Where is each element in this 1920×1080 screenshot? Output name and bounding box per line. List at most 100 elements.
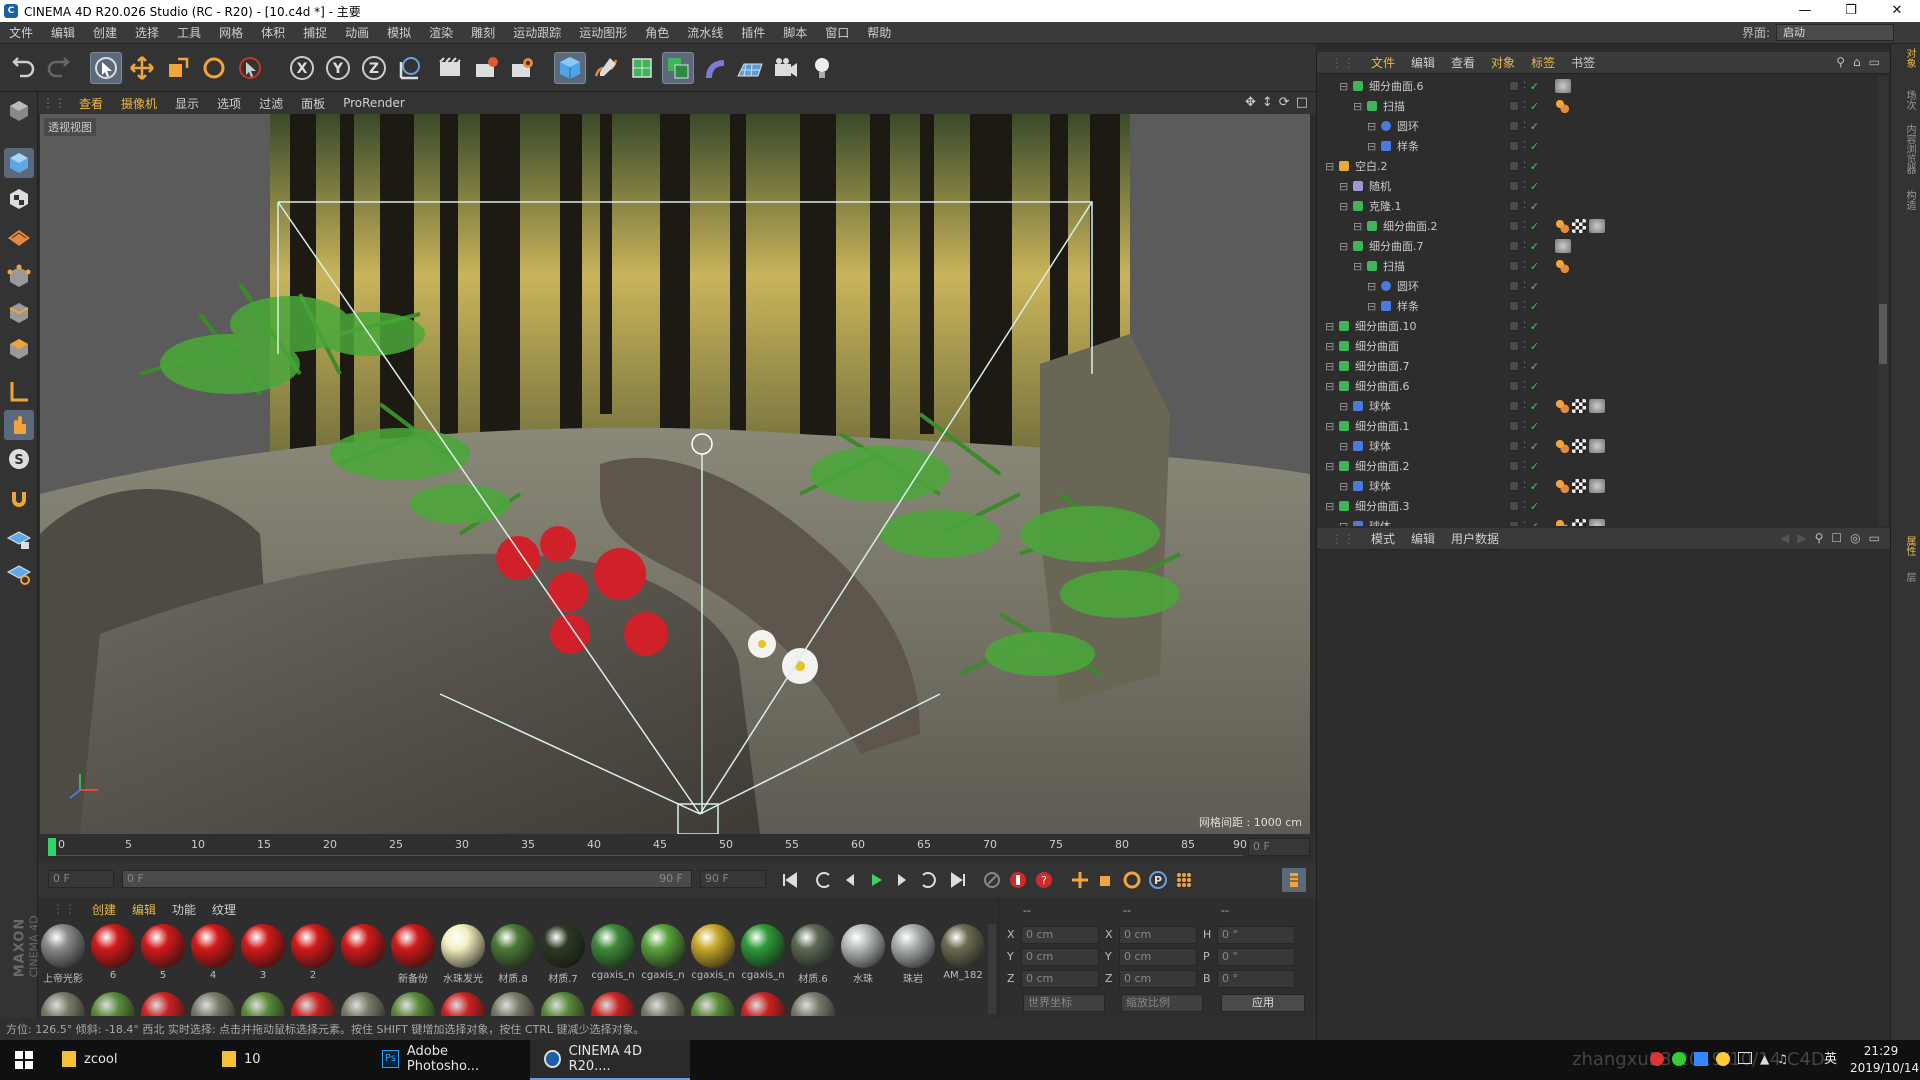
object-row[interactable]: ⊟ 细分曲面.6 ⁚ ✓ <box>1317 76 1877 96</box>
menu-render[interactable]: 渲染 <box>420 24 462 41</box>
menu-script[interactable]: 脚本 <box>774 24 816 41</box>
pan-icon[interactable]: ✥ <box>1245 95 1256 110</box>
texture-mode-icon[interactable] <box>4 184 34 214</box>
expand-toggle-icon[interactable]: ⊟ <box>1339 520 1348 527</box>
object-name[interactable]: 细分曲面.6 <box>1355 378 1410 394</box>
home-icon[interactable]: ⌂ <box>1853 55 1861 69</box>
coord-value-field[interactable]: 0 ° <box>1217 970 1295 988</box>
tag-checker-icon[interactable] <box>1572 519 1586 526</box>
forward-arrow-icon[interactable]: ▶ <box>1797 531 1806 545</box>
tab-objects[interactable]: 对象 <box>1897 48 1915 68</box>
object-scrollbar[interactable] <box>1878 76 1888 526</box>
material-scrollbar[interactable] <box>988 924 996 1014</box>
next-key-icon[interactable] <box>916 868 940 892</box>
viewport-menu-options[interactable]: 选项 <box>208 95 250 112</box>
layer-checkbox[interactable] <box>1509 241 1519 251</box>
object-name[interactable]: 细分曲面.2 <box>1355 458 1410 474</box>
visibility-dots-icon[interactable]: ⁚ <box>1523 421 1526 431</box>
object-menu-tags[interactable]: 标签 <box>1523 54 1563 71</box>
material-swatch[interactable] <box>540 992 586 1016</box>
target-icon[interactable]: ◎ <box>1850 531 1860 545</box>
material-swatch[interactable] <box>490 992 536 1016</box>
menu-character[interactable]: 角色 <box>636 24 678 41</box>
restore-button[interactable]: ❐ <box>1828 0 1874 22</box>
enabled-check-icon[interactable]: ✓ <box>1530 100 1539 113</box>
zoom-icon[interactable]: ↕ <box>1262 95 1273 110</box>
material-swatch[interactable] <box>390 992 436 1016</box>
visibility-dots-icon[interactable]: ⁚ <box>1523 441 1526 451</box>
expand-toggle-icon[interactable]: ⊟ <box>1339 80 1348 93</box>
expand-toggle-icon[interactable]: ⊟ <box>1325 500 1334 513</box>
viewport-menu-display[interactable]: 显示 <box>166 95 208 112</box>
planar-workplane-icon[interactable] <box>4 558 34 588</box>
menu-sculpt[interactable]: 雕刻 <box>462 24 504 41</box>
magnet-icon[interactable] <box>4 484 34 514</box>
array-cloner-icon[interactable] <box>662 52 694 84</box>
object-name[interactable]: 样条 <box>1397 138 1419 154</box>
enabled-check-icon[interactable]: ✓ <box>1530 120 1539 133</box>
layer-checkbox[interactable] <box>1509 81 1519 91</box>
object-row[interactable]: ⊟ 细分曲面.7 ⁚ ✓ <box>1317 356 1877 376</box>
new-view-icon[interactable]: ▭ <box>1869 55 1880 69</box>
layer-checkbox[interactable] <box>1509 201 1519 211</box>
coordinate-system-icon[interactable] <box>394 52 426 84</box>
key-rotation-icon[interactable] <box>1120 868 1144 892</box>
enabled-check-icon[interactable]: ✓ <box>1530 260 1539 273</box>
layer-checkbox[interactable] <box>1509 521 1519 526</box>
camera-icon[interactable] <box>770 52 802 84</box>
object-row[interactable]: ⊟球体⁚✓ <box>1317 396 1877 416</box>
menu-help[interactable]: 帮助 <box>858 24 900 41</box>
edges-mode-icon[interactable] <box>4 298 34 328</box>
material-swatch[interactable] <box>40 992 86 1016</box>
coord-value-field[interactable]: 0 cm <box>1119 948 1197 966</box>
material-swatch[interactable] <box>340 924 386 988</box>
wechat-icon[interactable] <box>1672 1052 1686 1066</box>
coord-value-field[interactable]: 0 cm <box>1021 970 1099 988</box>
layer-checkbox[interactable] <box>1509 381 1519 391</box>
menu-pipeline[interactable]: 流水线 <box>678 24 732 41</box>
layer-checkbox[interactable] <box>1509 481 1519 491</box>
taskbar-item-c4d[interactable]: CINEMA 4D R20.... <box>530 1040 690 1080</box>
menu-edit[interactable]: 编辑 <box>42 24 84 41</box>
visibility-dots-icon[interactable]: ⁚ <box>1523 461 1526 471</box>
orbit-icon[interactable]: ⟳ <box>1279 95 1290 110</box>
go-to-end-icon[interactable] <box>946 868 970 892</box>
clock[interactable]: 21:29 2019/10/14 <box>1850 1043 1919 1077</box>
layer-checkbox[interactable] <box>1509 181 1519 191</box>
material-swatch[interactable] <box>90 992 136 1016</box>
material-swatch[interactable]: 新备份 <box>390 924 436 988</box>
enabled-check-icon[interactable]: ✓ <box>1530 520 1539 527</box>
expand-toggle-icon[interactable]: ⊟ <box>1367 280 1376 293</box>
preview-range-slider[interactable]: 0 F 90 F <box>122 870 692 888</box>
material-menu-texture[interactable]: 纹理 <box>204 901 244 918</box>
object-row[interactable]: ⊟ 样条 ⁚ ✓ <box>1317 136 1877 156</box>
menu-tools[interactable]: 工具 <box>168 24 210 41</box>
object-name[interactable]: 球体 <box>1369 398 1391 414</box>
phong-multi-icon[interactable] <box>1555 79 1571 93</box>
menu-snap[interactable]: 捕捉 <box>294 24 336 41</box>
material-swatch[interactable]: AM_182 <box>940 924 986 988</box>
visibility-dots-icon[interactable]: ⁚ <box>1523 281 1526 291</box>
visibility-dots-icon[interactable]: ⁚ <box>1523 481 1526 491</box>
visibility-dots-icon[interactable]: ⁚ <box>1523 521 1526 526</box>
visibility-dots-icon[interactable]: ⁚ <box>1523 141 1526 151</box>
menu-create[interactable]: 创建 <box>84 24 126 41</box>
material-swatch[interactable] <box>640 992 686 1016</box>
move-icon[interactable] <box>126 52 158 84</box>
key-position-icon[interactable] <box>1068 868 1092 892</box>
object-row[interactable]: ⊟ 克隆.1 ⁚ ✓ <box>1317 196 1877 216</box>
attribute-menu-userdata[interactable]: 用户数据 <box>1443 530 1507 547</box>
phong-multi-icon[interactable] <box>1589 219 1605 233</box>
menu-mesh[interactable]: 网格 <box>210 24 252 41</box>
phong-multi-icon[interactable] <box>1555 239 1571 253</box>
object-row[interactable]: ⊟ 细分曲面.2 ⁚ ✓ <box>1317 216 1877 236</box>
phong-multi-icon[interactable] <box>1589 519 1605 526</box>
object-row[interactable]: ⊟ 扫描 ⁚ ✓ <box>1317 96 1877 116</box>
enabled-check-icon[interactable]: ✓ <box>1530 140 1539 153</box>
previous-key-icon[interactable] <box>812 868 836 892</box>
object-row[interactable]: ⊟ 细分曲面.2 ⁚ ✓ <box>1317 456 1877 476</box>
menu-volume[interactable]: 体积 <box>252 24 294 41</box>
tweak-mode-icon[interactable] <box>4 410 34 440</box>
expand-toggle-icon[interactable]: ⊟ <box>1367 140 1376 153</box>
object-name[interactable]: 克隆.1 <box>1369 198 1402 214</box>
